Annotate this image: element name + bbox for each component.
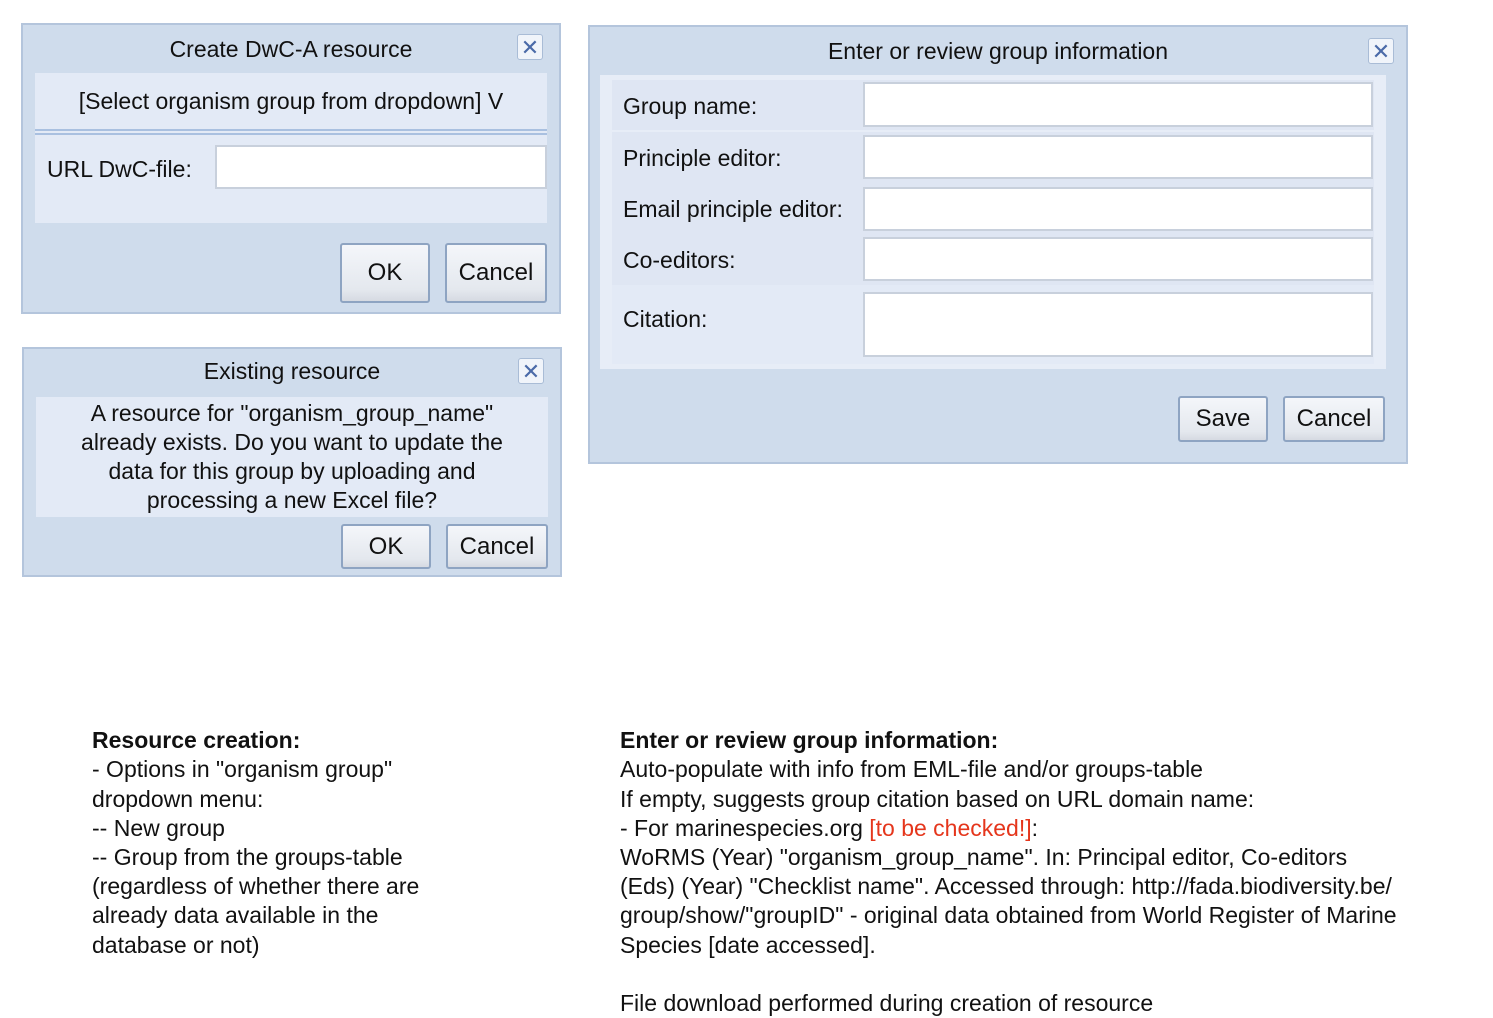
save-button[interactable]: Save <box>1178 396 1268 442</box>
note-line: - For marinespecies.org <box>620 814 870 841</box>
cancel-button[interactable]: Cancel <box>1283 396 1385 442</box>
group-name-label: Group name: <box>623 93 758 119</box>
note-line: If empty, suggests group citation based … <box>620 785 1255 812</box>
email-label: Email principle editor: <box>623 196 843 222</box>
note-line: database or not) <box>92 931 260 958</box>
dialog-title: Create DwC-A resource <box>169 36 413 62</box>
note-line: : <box>1031 814 1039 841</box>
close-icon[interactable]: ✕ <box>518 358 544 384</box>
note-line: -- Group from the groups-table <box>92 844 403 871</box>
ok-button[interactable]: OK <box>340 243 430 303</box>
note-line: dropdown menu: <box>92 785 264 812</box>
dialog-title: Enter or review group information <box>827 38 1169 64</box>
existing-resource-dialog: Existing resource ✕ A resource for "orga… <box>22 347 562 577</box>
resource-creation-notes: Resource creation: - Options in "organis… <box>92 697 419 960</box>
footer-note: File download performed during creation … <box>620 990 1154 1017</box>
note-line: group/show/"groupID" - original data obt… <box>620 902 1397 929</box>
to-be-checked-flag: [to be checked!] <box>869 814 1032 841</box>
email-input[interactable] <box>863 187 1373 231</box>
citation-label: Citation: <box>623 306 708 332</box>
divider <box>35 133 547 135</box>
close-icon[interactable]: ✕ <box>1368 38 1394 64</box>
message-line: data for this group by uploading and <box>108 458 476 484</box>
note-line: WoRMS (Year) "organism_group_name". In: … <box>620 844 1348 871</box>
notes-heading: Resource creation: <box>92 727 301 754</box>
note-line: (regardless of whether there are <box>92 873 420 900</box>
citation-input[interactable] <box>863 292 1373 357</box>
group-name-input[interactable] <box>863 82 1373 127</box>
ok-button[interactable]: OK <box>341 524 431 569</box>
form-panel: [Select organism group from dropdown] V … <box>35 73 547 223</box>
message-line: A resource for "organism_group_name" <box>90 400 494 426</box>
cancel-button[interactable]: Cancel <box>446 524 548 569</box>
message-panel: A resource for "organism_group_name" alr… <box>36 397 548 517</box>
message-line: already exists. Do you want to update th… <box>81 429 503 455</box>
url-input[interactable] <box>215 145 547 189</box>
note-line: (Eds) (Year) "Checklist name". Accessed … <box>620 873 1392 900</box>
note-line: Species [date accessed]. <box>620 931 876 958</box>
dialog-title: Existing resource <box>203 358 381 384</box>
cancel-button[interactable]: Cancel <box>445 243 547 303</box>
message-line: processing a new Excel file? <box>146 487 438 513</box>
co-editors-input[interactable] <box>863 237 1373 281</box>
note-line: - Options in "organism group" <box>92 756 393 783</box>
notes-heading: Enter or review group information: <box>620 727 999 754</box>
note-line: Auto-populate with info from EML-file an… <box>620 756 1203 783</box>
group-info-notes: Enter or review group information: Auto-… <box>620 697 1397 1018</box>
organism-group-dropdown[interactable]: [Select organism group from dropdown] V <box>35 73 547 131</box>
group-info-dialog: Enter or review group information ✕ Grou… <box>588 25 1408 464</box>
principle-editor-label: Principle editor: <box>623 145 782 171</box>
create-dwca-dialog: Create DwC-A resource ✕ [Select organism… <box>21 23 561 314</box>
principle-editor-input[interactable] <box>863 135 1373 179</box>
form-panel: Group name: Principle editor: Email prin… <box>600 75 1386 369</box>
co-editors-label: Co-editors: <box>623 247 736 273</box>
close-icon[interactable]: ✕ <box>517 34 543 60</box>
note-line: already data available in the <box>92 902 379 929</box>
note-line: -- New group <box>92 814 225 841</box>
url-label: URL DwC-file: <box>47 156 192 182</box>
